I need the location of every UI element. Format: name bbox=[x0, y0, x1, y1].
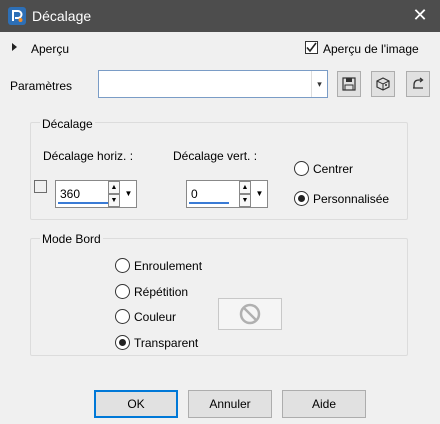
wrap-radio-label[interactable]: Enroulement bbox=[134, 259, 202, 273]
spin-up-icon[interactable]: ▲ bbox=[239, 181, 251, 194]
horiz-offset-label: Décalage horiz. : bbox=[43, 149, 134, 163]
spin-down-icon[interactable]: ▼ bbox=[239, 194, 251, 207]
expand-arrow-icon[interactable] bbox=[12, 43, 17, 51]
vert-offset-slider[interactable] bbox=[189, 202, 229, 204]
cancel-button[interactable]: Annuler bbox=[188, 390, 272, 418]
center-radio[interactable] bbox=[294, 161, 309, 176]
horiz-offset-input[interactable]: 360 bbox=[60, 187, 80, 201]
save-preset-button[interactable] bbox=[337, 71, 361, 97]
preview-label[interactable]: Aperçu bbox=[31, 42, 69, 56]
spin-up-icon[interactable]: ▲ bbox=[108, 181, 120, 194]
custom-radio[interactable] bbox=[294, 191, 309, 206]
chevron-down-icon[interactable]: ▾ bbox=[311, 71, 327, 97]
color-swatch bbox=[218, 298, 282, 330]
title-bar: Décalage ✕ bbox=[0, 0, 440, 32]
app-logo-icon bbox=[8, 7, 26, 25]
transparent-radio[interactable] bbox=[115, 335, 130, 350]
checkmark-icon bbox=[306, 42, 317, 53]
transparent-radio-label[interactable]: Transparent bbox=[134, 336, 198, 350]
repeat-radio[interactable] bbox=[115, 284, 130, 299]
offset-group-title: Décalage bbox=[40, 117, 95, 131]
custom-radio-label[interactable]: Personnalisée bbox=[313, 192, 389, 206]
image-preview-checkbox[interactable] bbox=[305, 41, 318, 54]
presets-combo[interactable]: ▾ bbox=[98, 70, 328, 98]
dropdown-arrow-icon[interactable]: ▼ bbox=[253, 181, 266, 207]
load-preset-icon bbox=[376, 77, 390, 91]
dropdown-arrow-icon[interactable]: ▼ bbox=[122, 181, 135, 207]
reset-icon bbox=[413, 77, 424, 89]
color-radio-label[interactable]: Couleur bbox=[134, 310, 176, 324]
params-label: Paramètres bbox=[10, 79, 73, 93]
wrap-radio[interactable] bbox=[115, 258, 130, 273]
center-radio-label[interactable]: Centrer bbox=[313, 162, 353, 176]
image-preview-label[interactable]: Aperçu de l'image bbox=[323, 42, 419, 56]
disabled-icon bbox=[239, 303, 261, 325]
edge-mode-group-title: Mode Bord bbox=[40, 232, 103, 246]
ok-button[interactable]: OK bbox=[94, 390, 178, 418]
link-checkbox[interactable] bbox=[34, 180, 47, 193]
horiz-offset-slider[interactable] bbox=[58, 202, 110, 204]
vert-offset-label: Décalage vert. : bbox=[173, 149, 258, 163]
window-title: Décalage bbox=[32, 8, 92, 24]
save-icon bbox=[342, 77, 356, 91]
close-button[interactable]: ✕ bbox=[400, 0, 440, 32]
horiz-offset-spinner[interactable]: 360 ▲ ▼ ▼ bbox=[55, 180, 137, 208]
vert-offset-input[interactable]: 0 bbox=[191, 187, 198, 201]
close-icon: ✕ bbox=[412, 5, 428, 25]
spin-down-icon[interactable]: ▼ bbox=[108, 194, 120, 207]
edge-mode-group bbox=[30, 238, 408, 356]
load-preset-button[interactable] bbox=[371, 71, 395, 97]
repeat-radio-label[interactable]: Répétition bbox=[134, 285, 188, 299]
vert-offset-spinner[interactable]: 0 ▲ ▼ ▼ bbox=[186, 180, 268, 208]
reset-button[interactable] bbox=[406, 71, 430, 97]
color-radio[interactable] bbox=[115, 309, 130, 324]
help-button[interactable]: Aide bbox=[282, 390, 366, 418]
